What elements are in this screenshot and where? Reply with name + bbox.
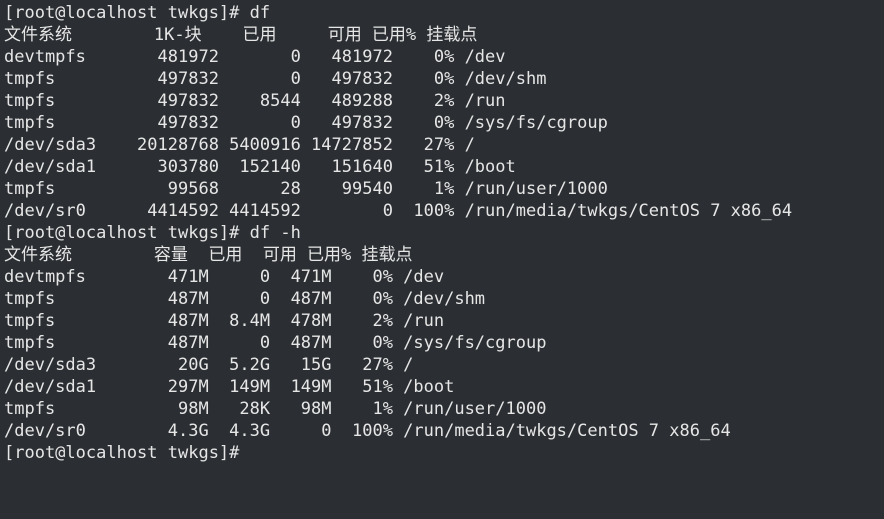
df-row: tmpfs 99568 28 99540 1% /run/user/1000 <box>4 179 608 199</box>
df-row: devtmpfs 481972 0 481972 0% /dev <box>4 47 506 67</box>
df-h-row: /dev/sr0 4.3G 4.3G 0 100% /run/media/twk… <box>4 421 731 441</box>
prompt-line: [root@localhost twkgs]# df -h <box>4 223 301 243</box>
df-row: tmpfs 497832 8544 489288 2% /run <box>4 91 506 111</box>
df-row: /dev/sda1 303780 152140 151640 51% /boot <box>4 157 516 177</box>
df-h-row: tmpfs 487M 8.4M 478M 2% /run <box>4 311 445 331</box>
df-h-row: devtmpfs 471M 0 471M 0% /dev <box>4 267 445 287</box>
df-h-row: tmpfs 98M 28K 98M 1% /run/user/1000 <box>4 399 547 419</box>
df-row: tmpfs 497832 0 497832 0% /sys/fs/cgroup <box>4 113 608 133</box>
df-h-row: /dev/sda3 20G 5.2G 15G 27% / <box>4 355 414 375</box>
df-row: /dev/sda3 20128768 5400916 14727852 27% … <box>4 135 475 155</box>
active-prompt-line[interactable]: [root@localhost twkgs]# <box>4 442 884 464</box>
terminal-output[interactable]: [root@localhost twkgs]# df 文件系统 1K-块 已用 … <box>0 0 884 519</box>
df-h-row: tmpfs 487M 0 487M 0% /dev/shm <box>4 289 486 309</box>
prompt-text: [root@localhost twkgs]# <box>4 443 250 463</box>
df-row: tmpfs 497832 0 497832 0% /dev/shm <box>4 69 547 89</box>
text-cursor <box>250 443 259 461</box>
df-h-header-row: 文件系统 容量 已用 可用 已用% 挂载点 <box>4 245 413 265</box>
df-h-row: /dev/sda1 297M 149M 149M 51% /boot <box>4 377 455 397</box>
df-row: /dev/sr0 4414592 4414592 0 100% /run/med… <box>4 201 793 221</box>
prompt-line: [root@localhost twkgs]# df <box>4 3 271 23</box>
df-h-row: tmpfs 487M 0 487M 0% /sys/fs/cgroup <box>4 333 547 353</box>
df-header-row: 文件系统 1K-块 已用 可用 已用% 挂载点 <box>4 25 478 45</box>
